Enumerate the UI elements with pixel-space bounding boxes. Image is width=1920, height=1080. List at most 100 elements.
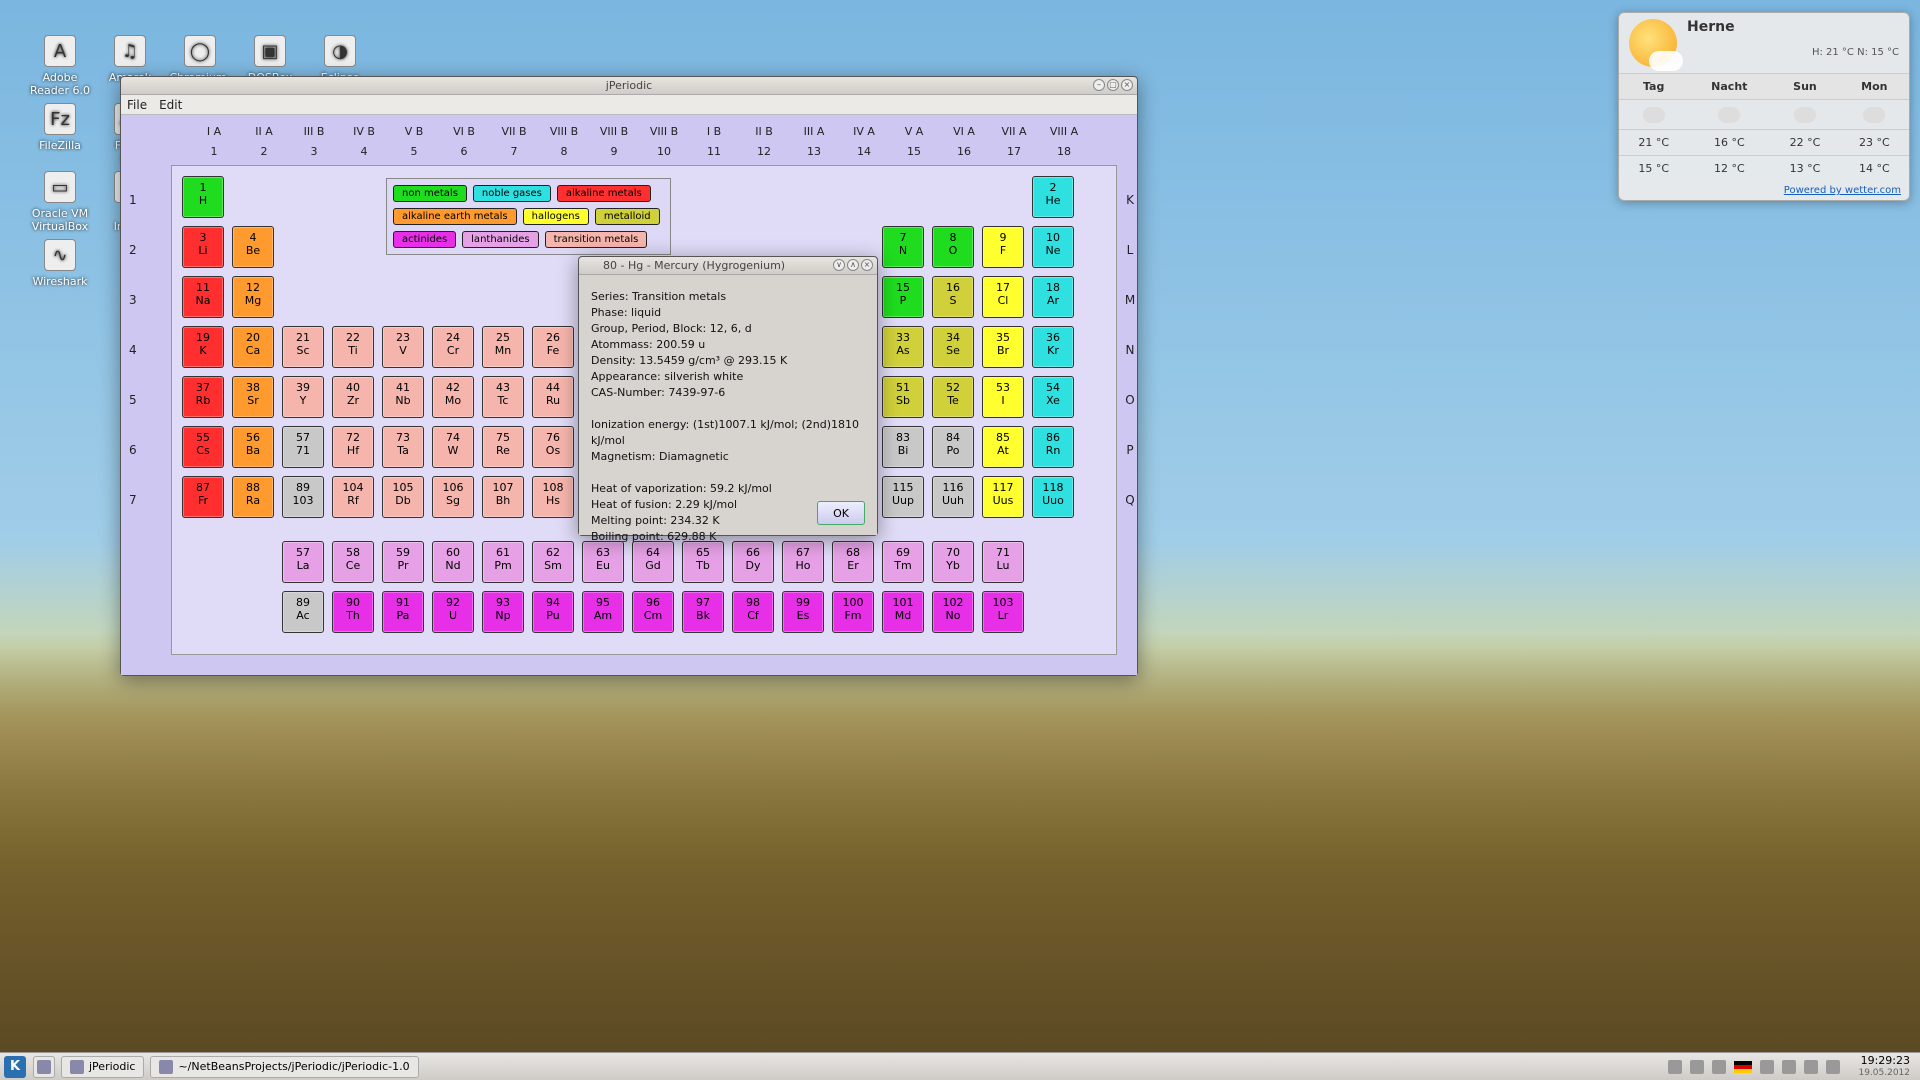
element-Bh[interactable]: 107Bh [482,476,524,518]
element-Br[interactable]: 35Br [982,326,1024,368]
element-Te[interactable]: 52Te [932,376,974,418]
element-Uuh[interactable]: 116Uuh [932,476,974,518]
element-Ca[interactable]: 20Ca [232,326,274,368]
element-V[interactable]: 23V [382,326,424,368]
element-Mo[interactable]: 42Mo [432,376,474,418]
element-Pm[interactable]: 61Pm [482,541,524,583]
network-icon[interactable] [1782,1060,1796,1074]
dialog-minimize-icon[interactable]: ∨ [833,259,845,271]
clipboard-icon[interactable] [1712,1060,1726,1074]
element-U[interactable]: 92U [432,591,474,633]
element-Uus[interactable]: 117Uus [982,476,1024,518]
jperiodic-titlebar[interactable]: jPeriodic – ▢ × [121,77,1137,95]
mail-icon[interactable] [1690,1060,1704,1074]
element-Tc[interactable]: 43Tc [482,376,524,418]
element-Bk[interactable]: 97Bk [682,591,724,633]
element-Hs[interactable]: 108Hs [532,476,574,518]
tray-icon[interactable] [1668,1060,1682,1074]
element-Cr[interactable]: 24Cr [432,326,474,368]
desktop-icon-wireshark[interactable]: ∿Wireshark [20,239,100,288]
element-Lr[interactable]: 103Lr [982,591,1024,633]
legend-alkaline-metals[interactable]: alkaline metals [557,185,651,202]
element-Sc[interactable]: 21Sc [282,326,324,368]
volume-icon[interactable] [1760,1060,1774,1074]
legend-lanthanides[interactable]: lanthanides [462,231,538,248]
element-Pr[interactable]: 59Pr [382,541,424,583]
close-icon[interactable]: × [1121,79,1133,91]
element-Uup[interactable]: 115Uup [882,476,924,518]
desktop-icon-oracle-vm[interactable]: ▭Oracle VMVirtualBox [20,171,100,233]
clock[interactable]: 19:29:23 19.05.2012 [1848,1055,1920,1079]
legend-metalloid[interactable]: metalloid [595,208,660,225]
element-Rn[interactable]: 86Rn [1032,426,1074,468]
element-No[interactable]: 102No [932,591,974,633]
maximize-icon[interactable]: ▢ [1107,79,1119,91]
element-Tm[interactable]: 69Tm [882,541,924,583]
dialog-ok-button[interactable]: OK [817,501,865,525]
element-Cs[interactable]: 55Cs [182,426,224,468]
element-Fr[interactable]: 87Fr [182,476,224,518]
element-As[interactable]: 33As [882,326,924,368]
element-Fe[interactable]: 26Fe [532,326,574,368]
element-Tb[interactable]: 65Tb [682,541,724,583]
dialog-titlebar[interactable]: 80 - Hg - Mercury (Hygrogenium) ∨ ∧ × [579,257,877,275]
element-Ra[interactable]: 88Ra [232,476,274,518]
element-Zr[interactable]: 40Zr [332,376,374,418]
element-Nd[interactable]: 60Nd [432,541,474,583]
weather-powered-link[interactable]: Powered by wetter.com [1784,185,1901,196]
element-F[interactable]: 9F [982,226,1024,268]
legend-alkaline-earth-metals[interactable]: alkaline earth metals [393,208,517,225]
element-Fm[interactable]: 100Fm [832,591,874,633]
element-P[interactable]: 15P [882,276,924,318]
element-Lu[interactable]: 71Lu [982,541,1024,583]
element-Th[interactable]: 90Th [332,591,374,633]
element-Sr[interactable]: 38Sr [232,376,274,418]
element-Y[interactable]: 39Y [282,376,324,418]
element-71[interactable]: 5771 [282,426,324,468]
legend-noble-gases[interactable]: noble gases [473,185,551,202]
element-Li[interactable]: 3Li [182,226,224,268]
legend-actinides[interactable]: actinides [393,231,456,248]
element-S[interactable]: 16S [932,276,974,318]
element-Ce[interactable]: 58Ce [332,541,374,583]
minimize-icon[interactable]: – [1093,79,1105,91]
element-Sg[interactable]: 106Sg [432,476,474,518]
element-103[interactable]: 89103 [282,476,324,518]
element-Sm[interactable]: 62Sm [532,541,574,583]
element-Se[interactable]: 34Se [932,326,974,368]
element-Sb[interactable]: 51Sb [882,376,924,418]
dialog-up-icon[interactable]: ∧ [847,259,859,271]
element-At[interactable]: 85At [982,426,1024,468]
element-Ba[interactable]: 56Ba [232,426,274,468]
element-Po[interactable]: 84Po [932,426,974,468]
element-La[interactable]: 57La [282,541,324,583]
element-O[interactable]: 8O [932,226,974,268]
element-Dy[interactable]: 66Dy [732,541,774,583]
element-Uuo[interactable]: 118Uuo [1032,476,1074,518]
element-Rf[interactable]: 104Rf [332,476,374,518]
element-Cl[interactable]: 17Cl [982,276,1024,318]
menu-edit[interactable]: Edit [159,98,182,112]
chevron-up-icon[interactable] [1826,1060,1840,1074]
element-Cm[interactable]: 96Cm [632,591,674,633]
element-Yb[interactable]: 70Yb [932,541,974,583]
legend-transition-metals[interactable]: transition metals [545,231,648,248]
desktop-icon-adobe[interactable]: AAdobeReader 6.0 [20,35,100,97]
element-Ta[interactable]: 73Ta [382,426,424,468]
element-K[interactable]: 19K [182,326,224,368]
element-Er[interactable]: 68Er [832,541,874,583]
element-N[interactable]: 7N [882,226,924,268]
element-H[interactable]: 1H [182,176,224,218]
element-Ar[interactable]: 18Ar [1032,276,1074,318]
legend-hallogens[interactable]: hallogens [523,208,589,225]
element-Xe[interactable]: 54Xe [1032,376,1074,418]
element-Nb[interactable]: 41Nb [382,376,424,418]
element-I[interactable]: 53I [982,376,1024,418]
element-Eu[interactable]: 63Eu [582,541,624,583]
element-Ti[interactable]: 22Ti [332,326,374,368]
keyboard-flag-icon[interactable] [1734,1061,1752,1073]
element-Mn[interactable]: 25Mn [482,326,524,368]
element-Re[interactable]: 75Re [482,426,524,468]
battery-icon[interactable] [1804,1060,1818,1074]
element-Es[interactable]: 99Es [782,591,824,633]
